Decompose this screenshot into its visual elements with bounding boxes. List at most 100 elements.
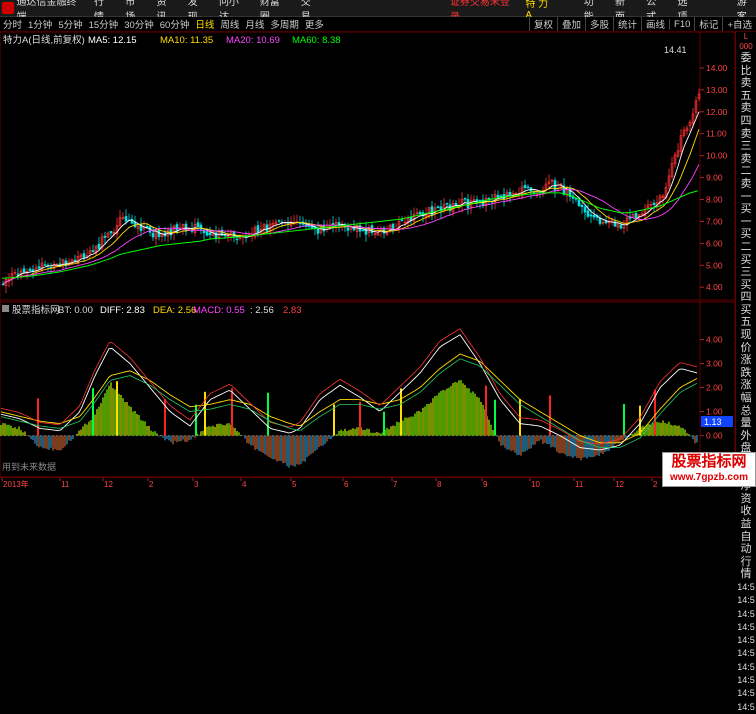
candle-body xyxy=(199,224,203,230)
candle-body xyxy=(592,215,596,218)
candle-body xyxy=(16,273,20,276)
candle-body xyxy=(214,232,218,238)
candle-body xyxy=(205,231,209,236)
panel-item-earnings: 收益 xyxy=(740,505,752,530)
tick-time: 14:5 xyxy=(737,675,755,686)
panel-item-auto[interactable]: 自动 xyxy=(736,531,756,556)
restore-rights-button[interactable]: 复权 xyxy=(528,17,557,31)
price-tick-label: 14.00 xyxy=(706,63,728,73)
tab-60min[interactable]: 60分钟 xyxy=(157,17,193,31)
candle-body xyxy=(436,206,440,209)
chart-area[interactable]: 特力A(日线,前复权) MA5: 12.15 MA10: 11.35 MA20:… xyxy=(0,31,736,478)
price-tick-label: 8.00 xyxy=(706,195,723,205)
candle-body xyxy=(97,243,101,250)
panel-item-sell1: 卖一 xyxy=(740,177,752,203)
panel-item-buy3: 买三 xyxy=(740,253,752,279)
indicator-tick-label: 4.00 xyxy=(706,335,723,345)
price-y-axis: 14.00 13.00 12.00 11.00 10.00 9.00 8.00 7.00 6.0… xyxy=(700,63,728,292)
candle-body xyxy=(151,232,155,238)
indicator-settings-icon[interactable] xyxy=(2,305,9,312)
price-tick-label: 5.00 xyxy=(706,260,723,270)
mark-button[interactable]: 标记 xyxy=(694,17,722,31)
candle-body xyxy=(28,268,32,272)
panel-item-sell3: 卖三 xyxy=(740,127,752,153)
macd-bars xyxy=(0,380,698,468)
site-watermark: 股票指标网 www.7gpzb.com xyxy=(662,452,756,487)
panel-item-weibi: 委比 xyxy=(740,52,752,77)
tab-timeshare[interactable]: 分时 xyxy=(0,17,25,31)
tab-15min[interactable]: 15分钟 xyxy=(86,17,122,31)
candle-body xyxy=(322,225,326,232)
ma10-label: MA10: 11.35 xyxy=(160,35,213,46)
tab-5min[interactable]: 5分钟 xyxy=(55,17,85,31)
indicator-tick-label: 0.00 xyxy=(706,431,723,441)
price-tick-label: 13.00 xyxy=(706,85,728,95)
f10-button[interactable]: F10 xyxy=(669,18,694,30)
candle-body xyxy=(589,214,593,217)
indicator-panel-frame xyxy=(0,301,736,478)
candle-body xyxy=(445,202,449,205)
candle-body xyxy=(346,227,350,231)
candle-body xyxy=(235,238,239,241)
candle-body xyxy=(196,222,200,227)
candle-body xyxy=(124,216,128,222)
price-tick-label: 7.00 xyxy=(706,216,723,226)
panel-item-quote[interactable]: 行情 xyxy=(736,556,756,581)
candle-body xyxy=(109,230,113,234)
tab-30min[interactable]: 30分钟 xyxy=(121,17,157,31)
tab-1min[interactable]: 1分钟 xyxy=(25,17,55,31)
future-data-note: 用到未来数据 xyxy=(2,461,56,472)
tab-daily[interactable]: 日线 xyxy=(192,17,217,31)
indicator-diff: DIFF: 2.83 xyxy=(100,305,145,316)
indicator-tick-label: 3.00 xyxy=(706,359,723,369)
tab-more[interactable]: 更多 xyxy=(302,17,327,31)
indicator-bt: BT: 0.00 xyxy=(58,305,93,316)
tick-time: 14:5 xyxy=(737,595,755,606)
menubar: 通达信金融终端 行情 市场 资讯 发现 问小达 财富圈 交易 证券交易未登录 特… xyxy=(0,0,756,23)
price-tick-label: 11.00 xyxy=(706,129,727,139)
candle-body xyxy=(103,235,107,238)
ma5-label: MA5: 12.15 xyxy=(88,35,137,46)
tick-time: 14:5 xyxy=(737,701,755,712)
tab-monthly[interactable]: 月线 xyxy=(242,17,267,31)
ma-line-ma60 xyxy=(1,190,699,279)
candle-body xyxy=(652,202,656,206)
candle-body xyxy=(223,234,227,237)
tick-time: 14:5 xyxy=(737,661,755,672)
candle-body xyxy=(463,197,467,200)
tab-multi-period[interactable]: 多周期 xyxy=(267,17,302,31)
candle-body xyxy=(583,206,587,213)
ma-line-ma10 xyxy=(2,129,700,285)
tick-time: 14:5 xyxy=(737,581,755,592)
candle-body xyxy=(400,219,404,222)
current-value-label: 1.13 xyxy=(704,417,722,427)
price-tick-label: 10.00 xyxy=(706,151,728,161)
price-tick-label: 6.00 xyxy=(706,238,723,248)
panel-item-volume: 总量 xyxy=(740,404,752,430)
statistics-button[interactable]: 统计 xyxy=(613,17,641,31)
tick-time: 14:5 xyxy=(737,608,755,619)
candle-body xyxy=(496,194,500,198)
panel-item-change: 涨跌 xyxy=(740,354,752,379)
candle-body xyxy=(265,224,269,232)
overlay-button[interactable]: 叠加 xyxy=(556,17,585,31)
indicator-dea: DEA: 2.56 xyxy=(153,305,196,316)
tab-weekly[interactable]: 周线 xyxy=(217,17,242,31)
watermark-url: www.7gpzb.com xyxy=(670,472,748,483)
candle-body xyxy=(37,266,41,269)
add-favorite-button[interactable]: +自选 xyxy=(722,17,756,31)
panel-item-change-pct: 涨幅 xyxy=(740,379,752,405)
candle-body xyxy=(574,198,578,200)
price-moving-averages xyxy=(1,111,700,285)
candle-body xyxy=(508,192,512,196)
panel-code: 000 xyxy=(739,42,753,51)
price-tick-label: 9.00 xyxy=(706,173,723,183)
ma60-label: MA60: 8.38 xyxy=(292,35,341,46)
candle-body xyxy=(91,250,95,252)
ma20-label: MA20: 10.69 xyxy=(226,35,280,46)
indicator-macd: MACD: 0.55 xyxy=(193,305,245,316)
multi-stock-button[interactable]: 多股 xyxy=(585,17,613,31)
candle-body xyxy=(634,212,638,220)
draw-line-button[interactable]: 画线 xyxy=(641,17,669,31)
kline-chart[interactable]: 特力A(日线,前复权) MA5: 12.15 MA10: 11.35 MA20:… xyxy=(0,31,736,478)
